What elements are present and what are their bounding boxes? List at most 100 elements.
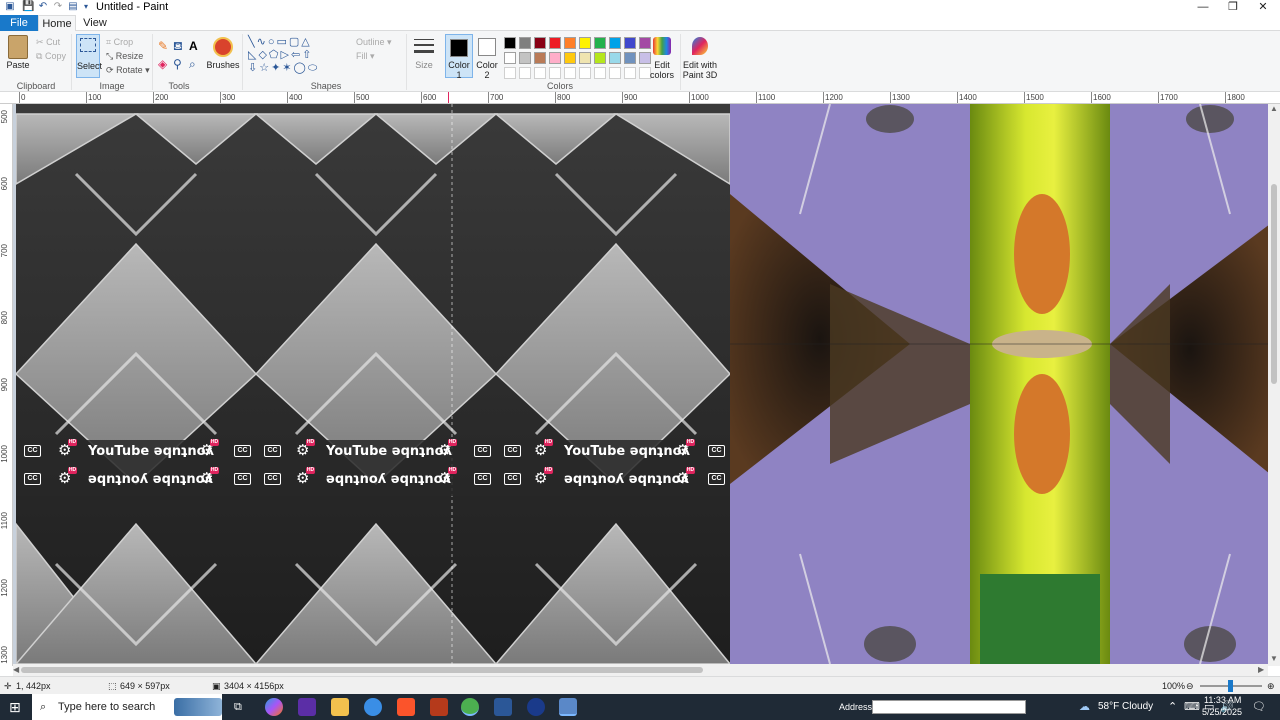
resize-button[interactable]: ⤡ Resize — [106, 51, 143, 62]
canvas-workspace[interactable]: CC HD ⚙ YouTube ǝqnʇnoʎ HD ⚙ CC CC HD ⚙ YouTube ǝq… — [13, 104, 1268, 666]
scroll-up-icon[interactable]: ▲ — [1270, 104, 1278, 113]
clock-time[interactable]: 11:33 AM — [1204, 695, 1241, 705]
size-button[interactable]: Size — [408, 60, 440, 70]
redo-icon[interactable]: ↷ — [52, 1, 64, 13]
address-field[interactable] — [872, 700, 1026, 714]
palette-color-swatch[interactable] — [534, 52, 546, 64]
cut-button[interactable]: ✂ Cut — [36, 37, 60, 48]
app-icon[interactable] — [298, 698, 316, 716]
vscode-icon[interactable] — [364, 698, 382, 716]
custom-color-slot[interactable] — [549, 67, 561, 79]
text-icon[interactable]: A — [189, 39, 198, 53]
tab-view[interactable]: View — [78, 15, 112, 31]
palette-color-swatch[interactable] — [519, 52, 531, 64]
canvas-image-left[interactable]: CC HD ⚙ YouTube ǝqnʇnoʎ HD ⚙ CC CC HD ⚙ YouTube ǝq… — [16, 104, 730, 664]
size-icon[interactable] — [414, 39, 434, 57]
save-icon[interactable]: 💾 — [22, 1, 34, 13]
scroll-left-icon[interactable]: ◀ — [13, 665, 19, 674]
custom-color-slot[interactable] — [504, 67, 516, 79]
outline-button[interactable]: Outline ▾ — [356, 37, 392, 48]
keyboard-icon[interactable]: ⌨ — [1184, 697, 1200, 717]
fill-bucket-icon[interactable]: ⛾ — [173, 39, 183, 55]
quick-access-dropdown-icon[interactable]: ▾ — [80, 1, 92, 13]
palette-color-swatch[interactable] — [579, 52, 591, 64]
weather-text[interactable]: 58°F Cloudy — [1098, 697, 1153, 717]
maximize-button[interactable]: ❐ — [1218, 0, 1248, 15]
zoom-in-icon[interactable]: ⊕ — [1267, 681, 1275, 692]
color2-button[interactable]: Color 2 — [474, 60, 500, 80]
copilot-icon[interactable] — [265, 698, 283, 716]
palette-color-swatch[interactable] — [534, 37, 546, 49]
custom-color-slot[interactable] — [534, 67, 546, 79]
palette-color-swatch[interactable] — [549, 52, 561, 64]
custom-color-slot[interactable] — [579, 67, 591, 79]
close-button[interactable]: ✕ — [1248, 0, 1278, 15]
palette-color-swatch[interactable] — [504, 37, 516, 49]
palette-color-swatch[interactable] — [594, 37, 606, 49]
palette-color-swatch[interactable] — [564, 52, 576, 64]
canvas-image-right[interactable] — [730, 104, 1268, 664]
paint3d-icon[interactable] — [692, 37, 708, 55]
palette-color-swatch[interactable] — [609, 52, 621, 64]
task-view-icon[interactable]: ⧉ — [234, 697, 242, 717]
eraser-icon[interactable]: ◈ — [158, 57, 167, 71]
file-explorer-icon[interactable] — [331, 698, 349, 716]
zoom-out-icon[interactable]: ⊖ — [1186, 681, 1194, 692]
custom-color-slot[interactable] — [564, 67, 576, 79]
scroll-right-icon[interactable]: ▶ — [1258, 665, 1264, 674]
app-icon[interactable] — [494, 698, 512, 716]
custom-color-slot[interactable] — [624, 67, 636, 79]
custom-color-slot[interactable] — [609, 67, 621, 79]
show-hidden-icons-icon[interactable]: ⌃ — [1168, 697, 1177, 717]
magnifier-icon[interactable]: ⌕ — [189, 57, 196, 72]
clock-date[interactable]: 5/25/2025 — [1202, 707, 1242, 717]
windows-start-icon[interactable]: ⊞ — [9, 697, 21, 717]
color1-button[interactable]: Color 1 — [445, 34, 473, 80]
brave-browser-icon[interactable] — [397, 698, 415, 716]
customize-toolbar-icon[interactable]: ▤ — [67, 1, 79, 13]
select-button[interactable]: Select — [76, 34, 102, 78]
paste-button[interactable]: Paste — [4, 60, 32, 70]
paste-icon[interactable] — [8, 35, 28, 59]
edit-colors-button[interactable]: Edit colors — [646, 60, 678, 80]
edit-colors-icon[interactable] — [653, 37, 671, 55]
palette-color-swatch[interactable] — [504, 52, 516, 64]
palette-color-swatch[interactable] — [624, 52, 636, 64]
palette-color-swatch[interactable] — [579, 37, 591, 49]
undo-icon[interactable]: ↶ — [37, 1, 49, 13]
app-icon[interactable] — [430, 698, 448, 716]
palette-color-swatch[interactable] — [594, 52, 606, 64]
tab-file[interactable]: File — [0, 15, 38, 31]
zoom-slider[interactable] — [1200, 680, 1262, 692]
color-picker-icon[interactable]: ⚲ — [173, 57, 182, 71]
zoom-slider-thumb[interactable] — [1228, 680, 1233, 692]
scroll-down-icon[interactable]: ▼ — [1270, 654, 1278, 663]
vertical-scroll-thumb[interactable] — [1271, 184, 1277, 384]
crop-button[interactable]: ⌗ Crop — [106, 37, 133, 48]
paint3d-button[interactable]: Edit with Paint 3D — [682, 60, 718, 80]
palette-color-swatch[interactable] — [564, 37, 576, 49]
horizontal-scrollbar[interactable]: ◀ ▶ — [13, 664, 1268, 676]
app-icon[interactable] — [527, 698, 545, 716]
pencil-icon[interactable]: ✎ — [158, 39, 168, 53]
brush-icon[interactable] — [213, 37, 233, 57]
palette-color-swatch[interactable] — [549, 37, 561, 49]
fill-button[interactable]: Fill ▾ — [356, 51, 375, 62]
chrome-icon[interactable] — [461, 698, 479, 716]
vertical-scrollbar[interactable]: ▲ ▼ — [1268, 104, 1280, 666]
custom-color-slot[interactable] — [594, 67, 606, 79]
palette-color-swatch[interactable] — [519, 37, 531, 49]
rotate-button[interactable]: ⟳ Rotate ▾ — [106, 65, 150, 76]
minimize-button[interactable]: — — [1188, 0, 1218, 15]
tab-home[interactable]: Home — [38, 15, 76, 31]
horizontal-scroll-thumb[interactable] — [21, 667, 703, 673]
notifications-icon[interactable]: 🗨 — [1252, 697, 1266, 717]
copy-button[interactable]: ⧉ Copy — [36, 51, 66, 62]
paint-taskbar-icon[interactable] — [559, 698, 577, 716]
palette-color-swatch[interactable] — [639, 37, 651, 49]
shapes-gallery[interactable]: ╲∿○▭▢△ ◺◇⬠▷⇦⇧ ⇩☆✦✶◯⬭ — [248, 36, 348, 76]
custom-color-slot[interactable] — [519, 67, 531, 79]
palette-color-swatch[interactable] — [624, 37, 636, 49]
palette-color-swatch[interactable] — [609, 37, 621, 49]
color2-swatch[interactable] — [478, 38, 496, 56]
